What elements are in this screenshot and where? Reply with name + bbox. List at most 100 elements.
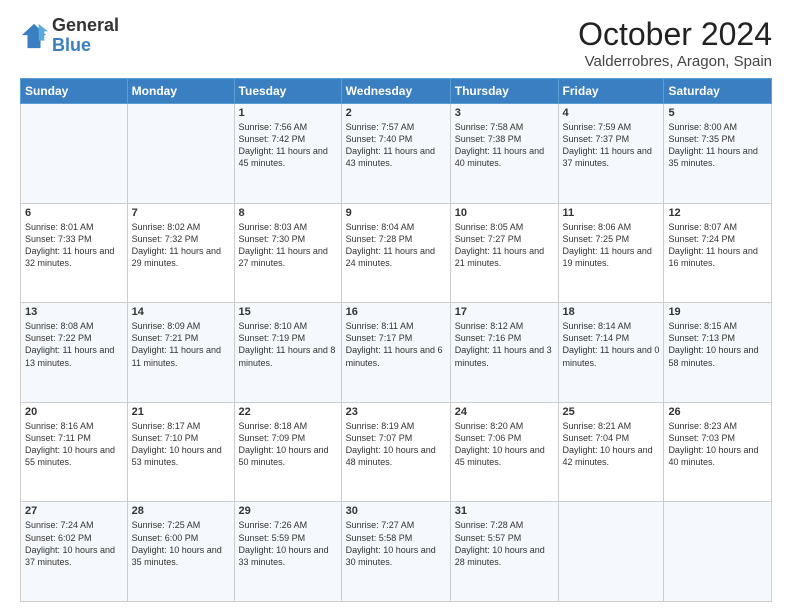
cell-content: Sunrise: 8:15 AMSunset: 7:13 PMDaylight:… xyxy=(668,320,767,369)
day-cell: 13 Sunrise: 8:08 AMSunset: 7:22 PMDayligh… xyxy=(21,303,128,403)
day-number: 19 xyxy=(668,306,767,318)
day-number: 14 xyxy=(132,306,230,318)
cell-content: Sunrise: 8:06 AMSunset: 7:25 PMDaylight:… xyxy=(563,221,660,270)
day-cell: 25 Sunrise: 8:21 AMSunset: 7:04 PMDayligh… xyxy=(558,402,664,502)
day-cell: 19 Sunrise: 8:15 AMSunset: 7:13 PMDayligh… xyxy=(664,303,772,403)
week-row-4: 27 Sunrise: 7:24 AMSunset: 6:02 PMDayligh… xyxy=(21,502,772,602)
cell-content: Sunrise: 7:58 AMSunset: 7:38 PMDaylight:… xyxy=(455,121,554,170)
header-monday: Monday xyxy=(127,79,234,104)
day-number: 3 xyxy=(455,107,554,119)
day-number: 8 xyxy=(239,207,337,219)
day-number: 1 xyxy=(239,107,337,119)
cell-content: Sunrise: 8:16 AMSunset: 7:11 PMDaylight:… xyxy=(25,420,123,469)
day-cell: 17 Sunrise: 8:12 AMSunset: 7:16 PMDayligh… xyxy=(450,303,558,403)
day-cell: 14 Sunrise: 8:09 AMSunset: 7:21 PMDayligh… xyxy=(127,303,234,403)
cell-content: Sunrise: 8:00 AMSunset: 7:35 PMDaylight:… xyxy=(668,121,767,170)
cell-content: Sunrise: 7:56 AMSunset: 7:42 PMDaylight:… xyxy=(239,121,337,170)
day-cell: 31Sunrise: 7:28 AMSunset: 5:57 PMDayligh… xyxy=(450,502,558,602)
day-number: 7 xyxy=(132,207,230,219)
day-number: 12 xyxy=(668,207,767,219)
day-number: 20 xyxy=(25,406,123,418)
cell-content: Sunrise: 8:21 AMSunset: 7:04 PMDaylight:… xyxy=(563,420,660,469)
cell-content: Sunrise: 8:17 AMSunset: 7:10 PMDaylight:… xyxy=(132,420,230,469)
day-cell: 8Sunrise: 8:03 AMSunset: 7:30 PMDaylight… xyxy=(234,203,341,303)
day-number: 25 xyxy=(563,406,660,418)
day-cell: 22Sunrise: 8:18 AMSunset: 7:09 PMDayligh… xyxy=(234,402,341,502)
day-cell xyxy=(558,502,664,602)
month-title: October 2024 xyxy=(578,16,772,53)
week-row-2: 13 Sunrise: 8:08 AMSunset: 7:22 PMDayligh… xyxy=(21,303,772,403)
cell-content: Sunrise: 8:10 AMSunset: 7:19 PMDaylight:… xyxy=(239,320,337,369)
day-cell: 11Sunrise: 8:06 AMSunset: 7:25 PMDayligh… xyxy=(558,203,664,303)
day-number: 27 xyxy=(25,505,123,517)
cell-content: Sunrise: 8:08 AMSunset: 7:22 PMDaylight:… xyxy=(25,320,123,369)
cell-content: Sunrise: 8:07 AMSunset: 7:24 PMDaylight:… xyxy=(668,221,767,270)
cell-content: Sunrise: 8:04 AMSunset: 7:28 PMDaylight:… xyxy=(346,221,446,270)
day-cell: 24Sunrise: 8:20 AMSunset: 7:06 PMDayligh… xyxy=(450,402,558,502)
day-cell: 29 Sunrise: 7:26 AMSunset: 5:59 PMDayligh… xyxy=(234,502,341,602)
day-cell: 4Sunrise: 7:59 AMSunset: 7:37 PMDaylight… xyxy=(558,104,664,204)
day-number: 23 xyxy=(346,406,446,418)
day-cell: 23 Sunrise: 8:19 AMSunset: 7:07 PMDayligh… xyxy=(341,402,450,502)
day-number: 6 xyxy=(25,207,123,219)
header-friday: Friday xyxy=(558,79,664,104)
header-sunday: Sunday xyxy=(21,79,128,104)
day-cell: 27 Sunrise: 7:24 AMSunset: 6:02 PMDayligh… xyxy=(21,502,128,602)
day-number: 30 xyxy=(346,505,446,517)
cell-content: Sunrise: 8:23 AMSunset: 7:03 PMDaylight:… xyxy=(668,420,767,469)
day-cell: 5 Sunrise: 8:00 AMSunset: 7:35 PMDaylight… xyxy=(664,104,772,204)
cell-content: Sunrise: 7:26 AMSunset: 5:59 PMDaylight:… xyxy=(239,519,337,568)
day-cell: 12 Sunrise: 8:07 AMSunset: 7:24 PMDayligh… xyxy=(664,203,772,303)
day-number: 21 xyxy=(132,406,230,418)
day-number: 17 xyxy=(455,306,554,318)
day-number: 10 xyxy=(455,207,554,219)
day-number: 28 xyxy=(132,505,230,517)
day-cell: 15Sunrise: 8:10 AMSunset: 7:19 PMDayligh… xyxy=(234,303,341,403)
header-saturday: Saturday xyxy=(664,79,772,104)
week-row-3: 20 Sunrise: 8:16 AMSunset: 7:11 PMDayligh… xyxy=(21,402,772,502)
cell-content: Sunrise: 8:11 AMSunset: 7:17 PMDaylight:… xyxy=(346,320,446,369)
cell-content: Sunrise: 8:01 AMSunset: 7:33 PMDaylight:… xyxy=(25,221,123,270)
day-cell xyxy=(664,502,772,602)
day-number: 9 xyxy=(346,207,446,219)
cell-content: Sunrise: 8:05 AMSunset: 7:27 PMDaylight:… xyxy=(455,221,554,270)
day-number: 2 xyxy=(346,107,446,119)
day-number: 18 xyxy=(563,306,660,318)
header-row: SundayMondayTuesdayWednesdayThursdayFrid… xyxy=(21,79,772,104)
header-tuesday: Tuesday xyxy=(234,79,341,104)
page: General Blue October 2024 Valderrobres, … xyxy=(0,0,792,612)
day-cell: 26 Sunrise: 8:23 AMSunset: 7:03 PMDayligh… xyxy=(664,402,772,502)
cell-content: Sunrise: 8:19 AMSunset: 7:07 PMDaylight:… xyxy=(346,420,446,469)
day-cell: 9 Sunrise: 8:04 AMSunset: 7:28 PMDaylight… xyxy=(341,203,450,303)
title-block: October 2024 Valderrobres, Aragon, Spain xyxy=(578,16,772,70)
week-row-1: 6 Sunrise: 8:01 AMSunset: 7:33 PMDaylight… xyxy=(21,203,772,303)
day-number: 16 xyxy=(346,306,446,318)
day-number: 24 xyxy=(455,406,554,418)
day-cell: 21 Sunrise: 8:17 AMSunset: 7:10 PMDayligh… xyxy=(127,402,234,502)
day-cell: 10 Sunrise: 8:05 AMSunset: 7:27 PMDayligh… xyxy=(450,203,558,303)
day-number: 26 xyxy=(668,406,767,418)
header-wednesday: Wednesday xyxy=(341,79,450,104)
day-number: 13 xyxy=(25,306,123,318)
logo-general: General xyxy=(52,16,119,36)
day-cell xyxy=(21,104,128,204)
day-cell xyxy=(127,104,234,204)
cell-content: Sunrise: 7:24 AMSunset: 6:02 PMDaylight:… xyxy=(25,519,123,568)
cell-content: Sunrise: 8:18 AMSunset: 7:09 PMDaylight:… xyxy=(239,420,337,469)
day-cell: 2Sunrise: 7:57 AMSunset: 7:40 PMDaylight… xyxy=(341,104,450,204)
cell-content: Sunrise: 8:02 AMSunset: 7:32 PMDaylight:… xyxy=(132,221,230,270)
cell-content: Sunrise: 7:25 AMSunset: 6:00 PMDaylight:… xyxy=(132,519,230,568)
day-number: 29 xyxy=(239,505,337,517)
cell-content: Sunrise: 7:59 AMSunset: 7:37 PMDaylight:… xyxy=(563,121,660,170)
cell-content: Sunrise: 8:09 AMSunset: 7:21 PMDaylight:… xyxy=(132,320,230,369)
cell-content: Sunrise: 7:27 AMSunset: 5:58 PMDaylight:… xyxy=(346,519,446,568)
header: General Blue October 2024 Valderrobres, … xyxy=(20,16,772,70)
day-cell: 30 Sunrise: 7:27 AMSunset: 5:58 PMDayligh… xyxy=(341,502,450,602)
day-cell: 18Sunrise: 8:14 AMSunset: 7:14 PMDayligh… xyxy=(558,303,664,403)
week-row-0: 1 Sunrise: 7:56 AMSunset: 7:42 PMDaylight… xyxy=(21,104,772,204)
day-number: 31 xyxy=(455,505,554,517)
day-cell: 3 Sunrise: 7:58 AMSunset: 7:38 PMDaylight… xyxy=(450,104,558,204)
cell-content: Sunrise: 8:12 AMSunset: 7:16 PMDaylight:… xyxy=(455,320,554,369)
logo-text: General Blue xyxy=(52,16,119,56)
day-number: 5 xyxy=(668,107,767,119)
